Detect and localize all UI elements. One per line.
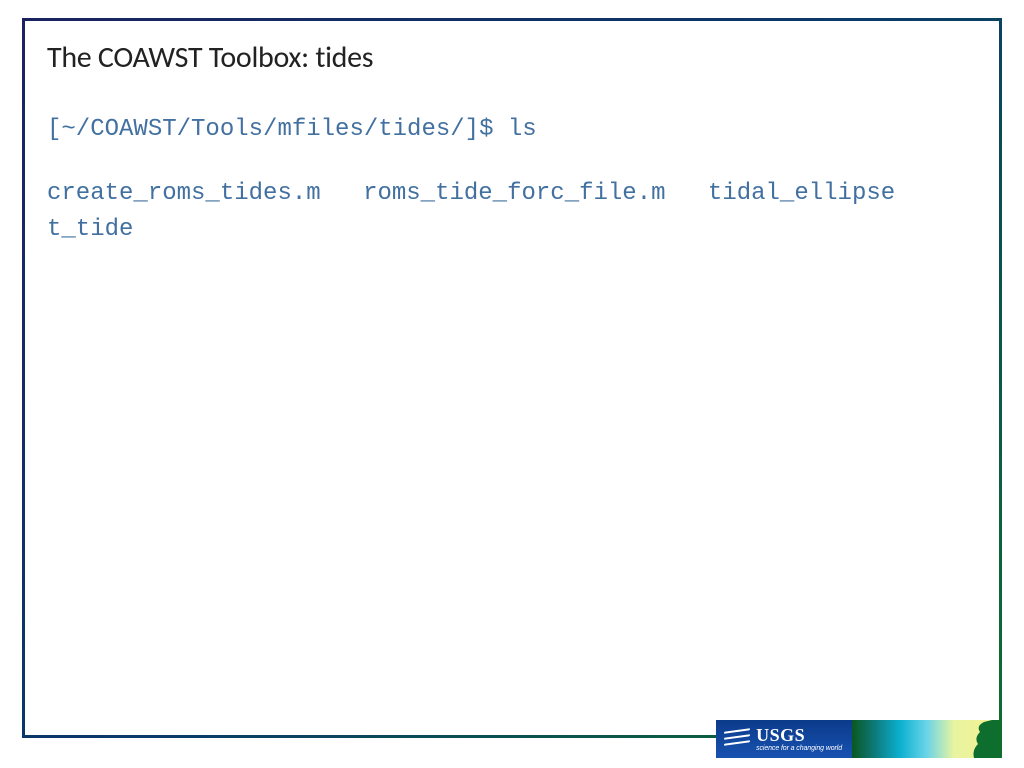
ls-item: create_roms_tides.m [47,176,321,212]
slide-title: The COAWST Toolbox: tides [47,39,977,76]
usgs-logo-block: USGS science for a changing world [716,720,852,758]
usgs-text: USGS science for a changing world [756,726,842,752]
usgs-main-label: USGS [756,726,842,744]
ls-item: tidal_ellipse [708,176,895,212]
ls-item: roms_tide_forc_file.m [363,176,665,212]
wave-icon [724,728,750,750]
ls-item: t_tide [47,212,133,248]
map-silhouette-icon [954,720,1002,758]
terminal-block: [~/COAWST/Tools/mfiles/tides/]$ ls creat… [47,112,977,248]
terminal-output: create_roms_tides.m roms_tide_forc_file.… [47,176,977,248]
slide-frame: The COAWST Toolbox: tides [~/COAWST/Tool… [22,18,1002,738]
footer-logo: USGS science for a changing world [716,720,1002,758]
color-band [852,720,1002,758]
usgs-sub-label: science for a changing world [756,745,842,752]
terminal-prompt: [~/COAWST/Tools/mfiles/tides/]$ ls [47,112,977,148]
